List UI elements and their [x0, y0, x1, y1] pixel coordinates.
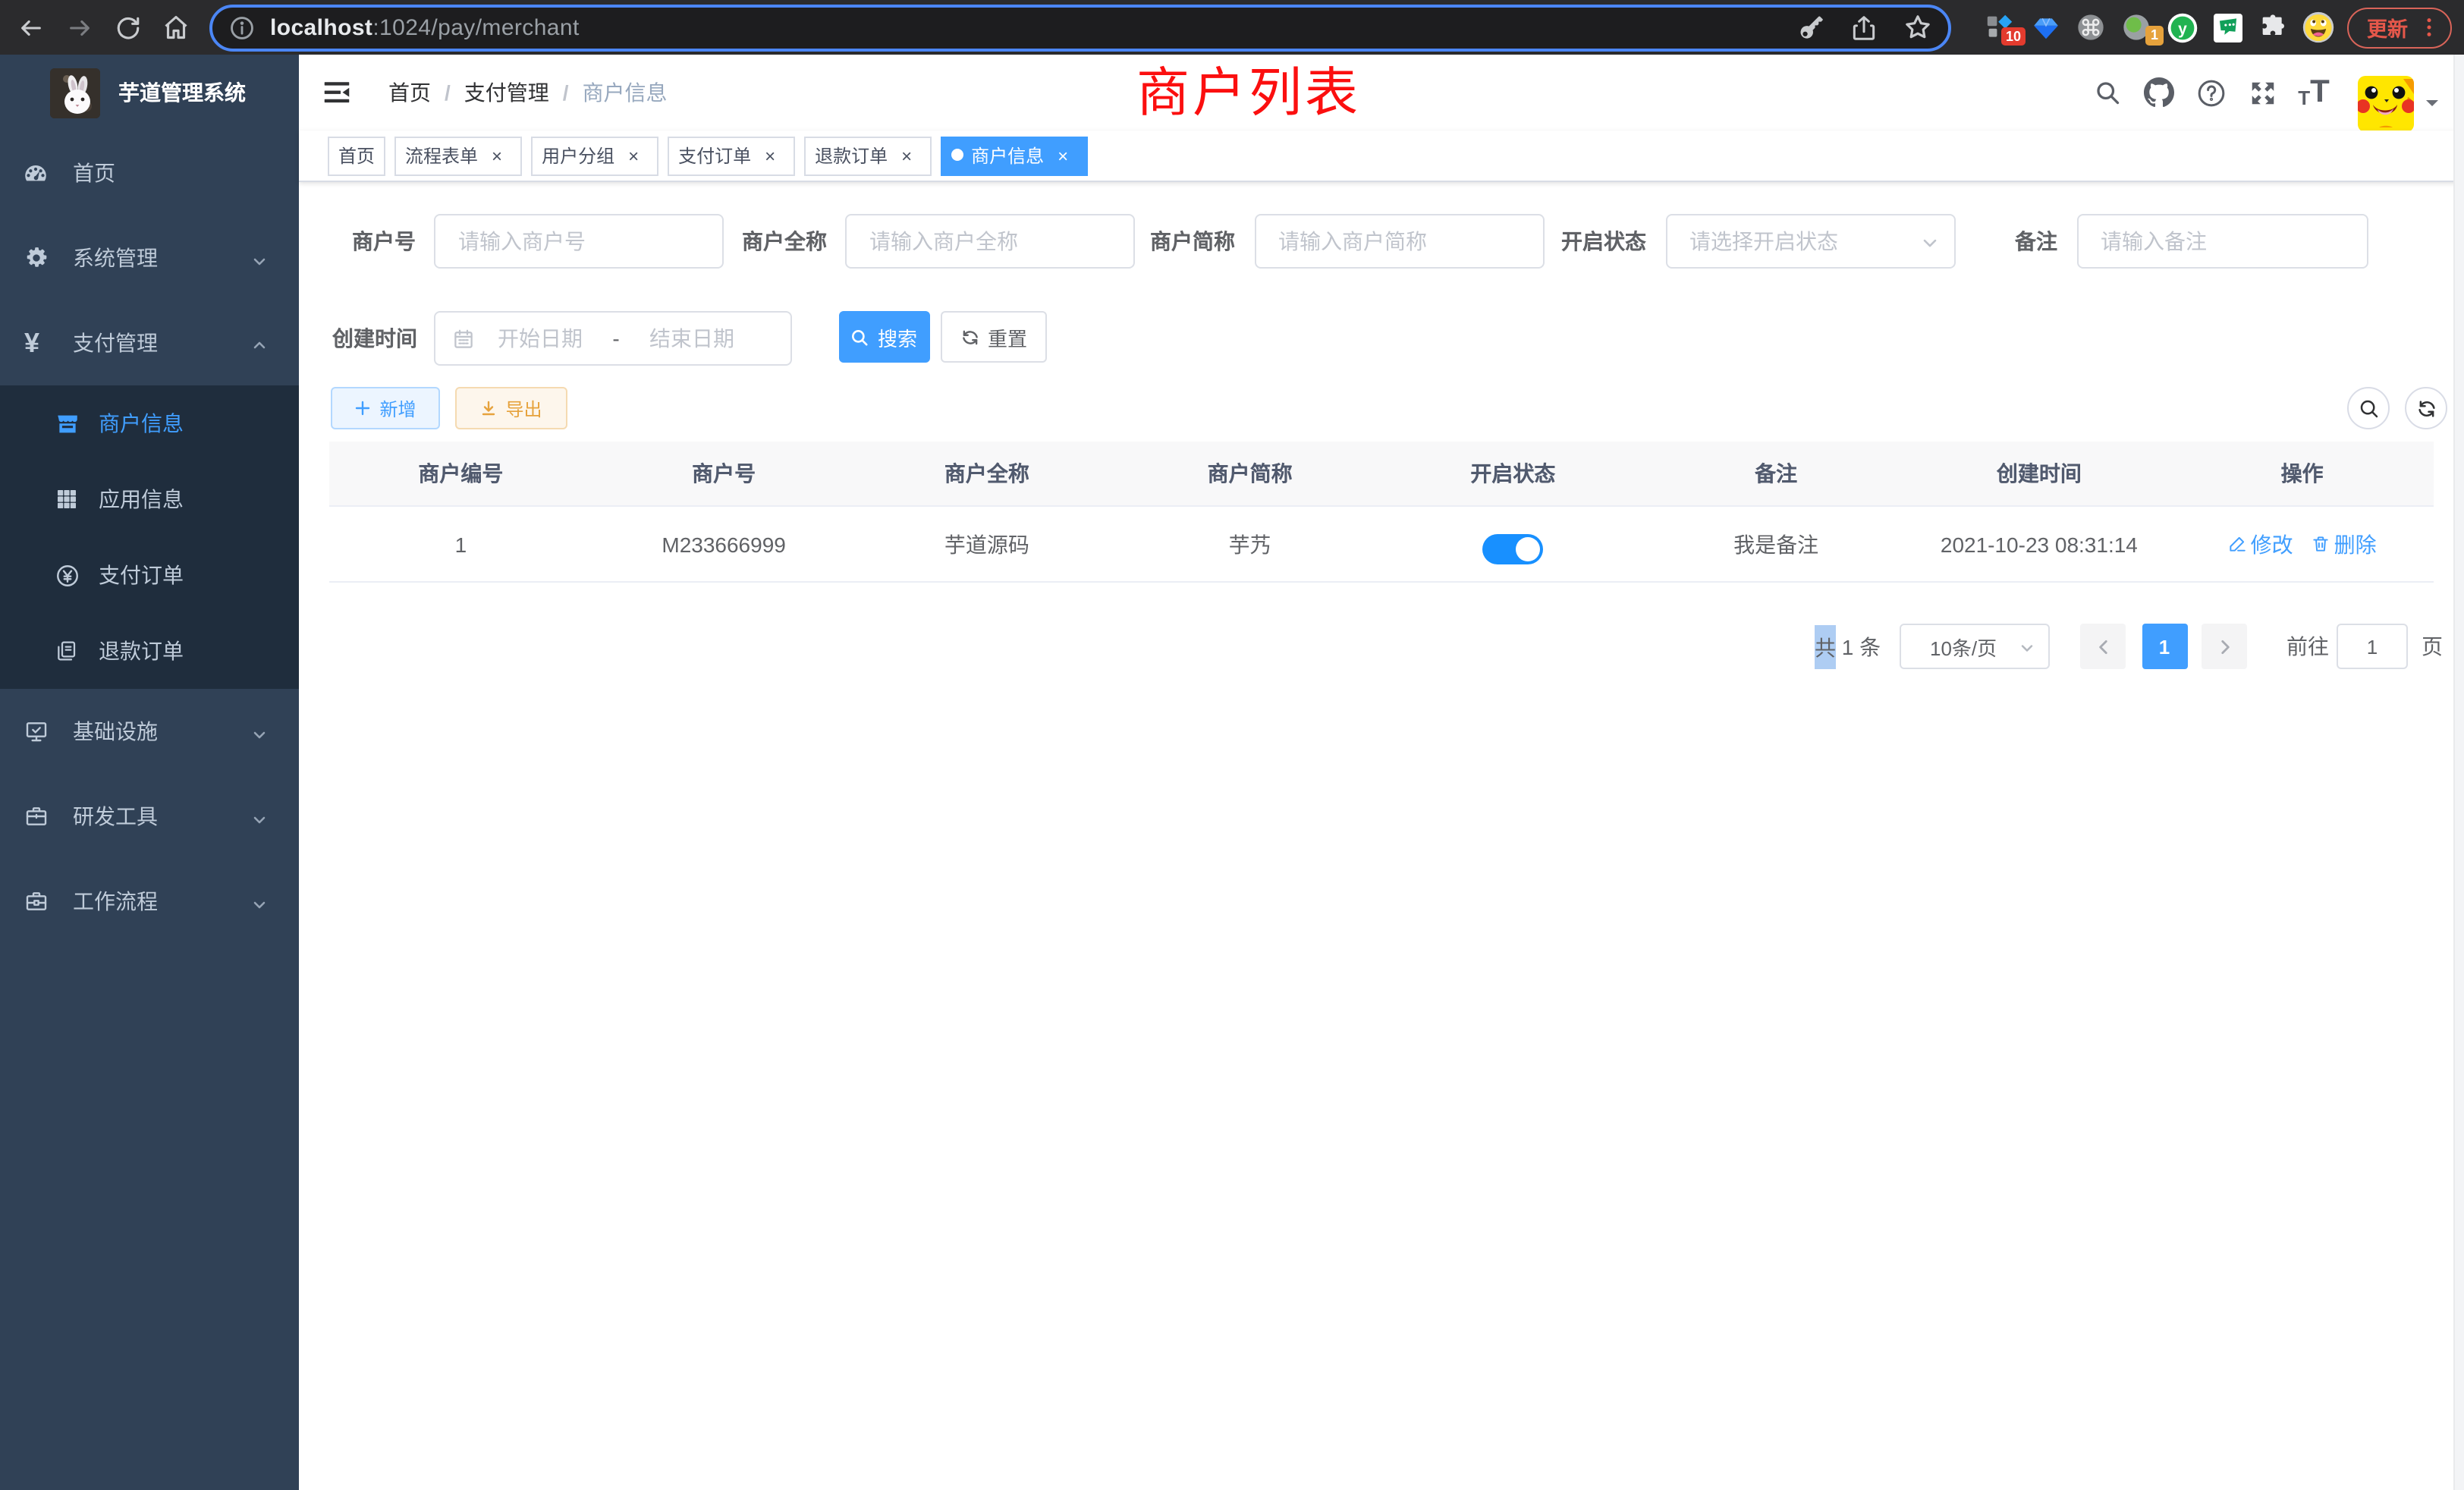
svg-text:y: y: [2177, 20, 2186, 37]
